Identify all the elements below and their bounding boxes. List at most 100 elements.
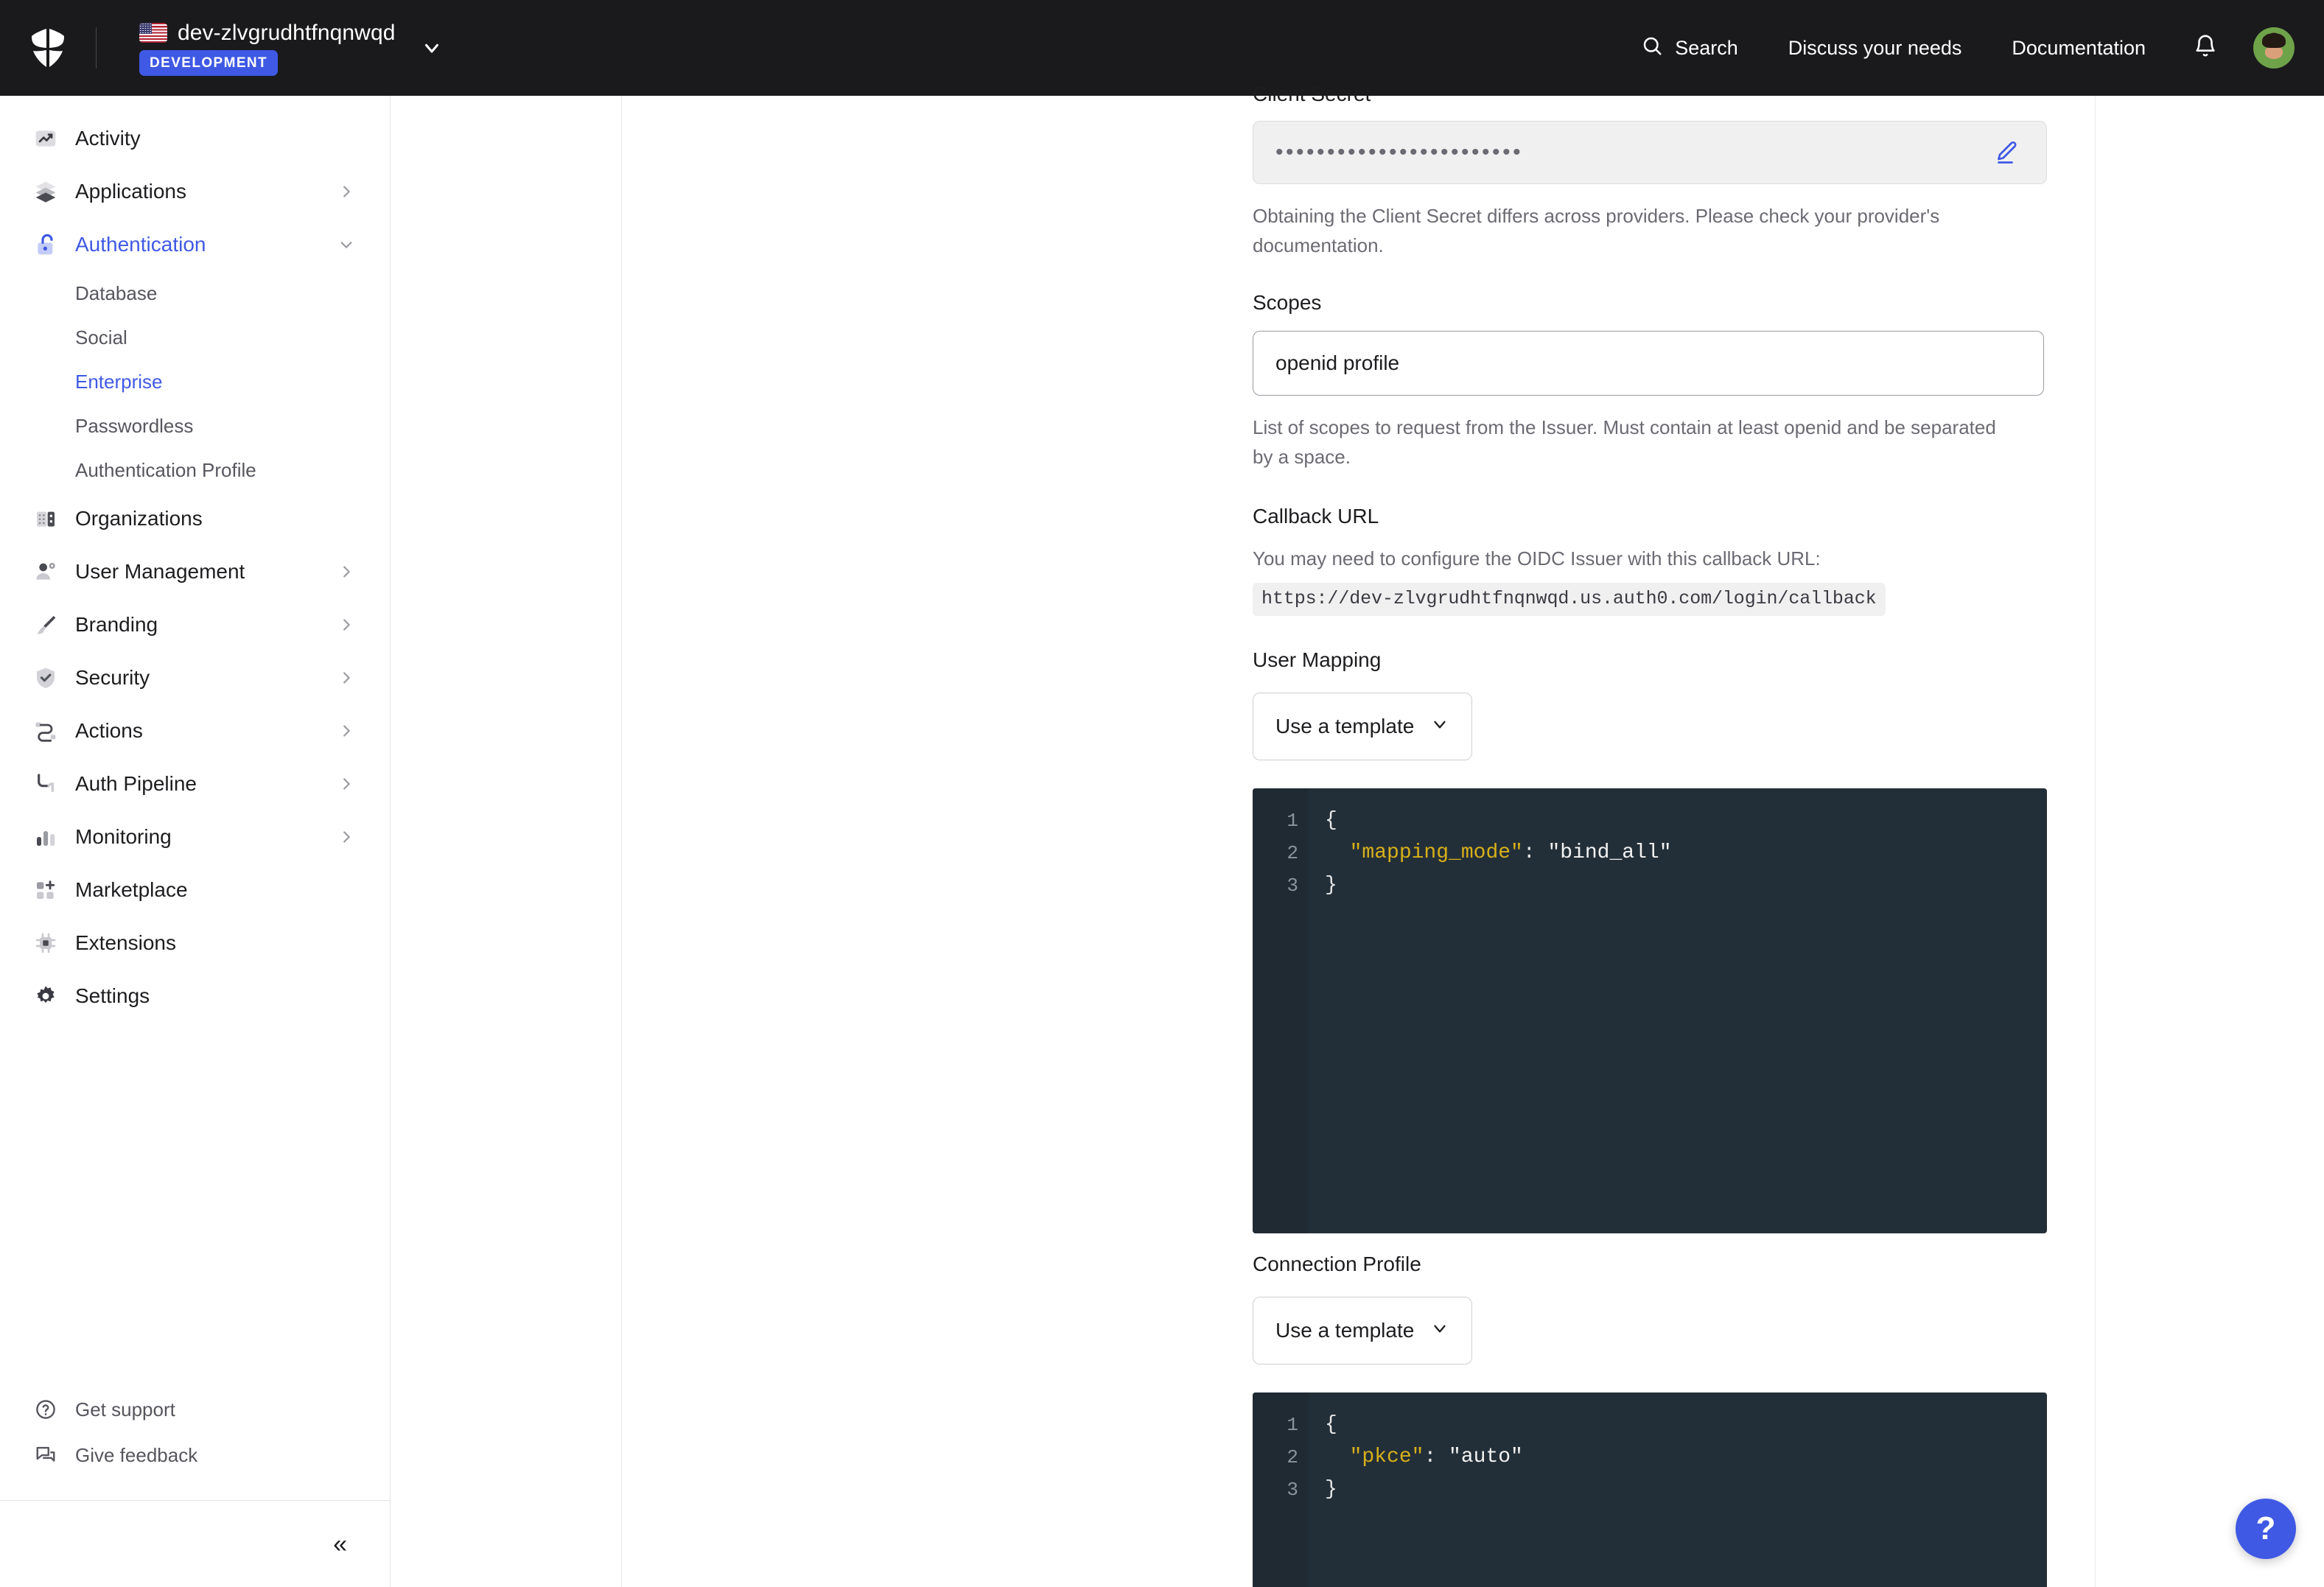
sidebar-item-activity[interactable]: Activity bbox=[0, 112, 390, 165]
scopes-input[interactable] bbox=[1253, 331, 2044, 396]
code-line: } bbox=[1325, 869, 2047, 902]
connection-profile-code-editor[interactable]: 1 2 3 { "pkce": "auto" } bbox=[1253, 1392, 2047, 1587]
user-mapping-template-button[interactable]: Use a template bbox=[1253, 693, 1472, 760]
sidebar-item-settings[interactable]: Settings bbox=[0, 970, 390, 1023]
connection-profile-label: Connection Profile bbox=[1253, 1253, 2047, 1276]
sidebar-footer: Get support Give feedback bbox=[0, 1387, 390, 1500]
line-number: 2 bbox=[1287, 1441, 1298, 1474]
user-mapping-field: User Mapping Use a template 1 2 3 { "map… bbox=[1253, 648, 2047, 1233]
code-gutter: 1 2 3 bbox=[1253, 1392, 1309, 1587]
code-content: { "mapping_mode": "bind_all" } bbox=[1309, 788, 2047, 1233]
scopes-field: Scopes List of scopes to request from th… bbox=[1253, 291, 2047, 472]
code-gutter: 1 2 3 bbox=[1253, 788, 1309, 1233]
chevron-right-icon bbox=[338, 564, 354, 580]
sidebar-item-label: Organizations bbox=[75, 507, 203, 530]
sidebar-item-applications[interactable]: Applications bbox=[0, 165, 390, 218]
code-content: { "pkce": "auto" } bbox=[1309, 1392, 2047, 1587]
building-grid-icon bbox=[29, 507, 62, 530]
auth0-logo[interactable] bbox=[0, 27, 96, 69]
user-mapping-label: User Mapping bbox=[1253, 648, 2047, 672]
chevron-down-icon[interactable] bbox=[421, 37, 443, 59]
sidebar-item-get-support[interactable]: Get support bbox=[0, 1387, 390, 1432]
environment-badge: DEVELOPMENT bbox=[139, 50, 278, 76]
sidebar-item-monitoring[interactable]: Monitoring bbox=[0, 810, 390, 863]
sidebar-item-marketplace[interactable]: Marketplace bbox=[0, 863, 390, 917]
chevron-right-icon bbox=[338, 723, 354, 739]
client-secret-input[interactable]: •••••••••••••••••••••••• bbox=[1253, 121, 2047, 184]
client-secret-field: Client Secret •••••••••••••••••••••••• O… bbox=[1253, 83, 2047, 260]
question-circle-icon bbox=[29, 1398, 62, 1420]
code-line: } bbox=[1325, 1474, 2047, 1506]
search-icon bbox=[1641, 35, 1663, 62]
left-sidebar: Activity Applications Authentication bbox=[0, 96, 391, 1587]
sidebar-item-security[interactable]: Security bbox=[0, 651, 390, 704]
line-number: 3 bbox=[1287, 1474, 1298, 1506]
callback-url-label: Callback URL bbox=[1253, 505, 2047, 528]
code-line: { bbox=[1325, 805, 2047, 837]
sidebar-item-label: Activity bbox=[75, 127, 141, 150]
discuss-your-needs-link[interactable]: Discuss your needs bbox=[1763, 37, 1987, 60]
chevron-right-icon bbox=[338, 617, 354, 633]
scopes-help: List of scopes to request from the Issue… bbox=[1253, 413, 2019, 472]
sidebar-collapse-bar: « bbox=[0, 1500, 390, 1587]
connection-profile-field: Connection Profile Use a template 1 2 3 … bbox=[1253, 1253, 2047, 1587]
notifications-button[interactable] bbox=[2171, 34, 2240, 63]
sidebar-item-extensions[interactable]: Extensions bbox=[0, 917, 390, 970]
us-flag-icon bbox=[139, 23, 167, 43]
sidebar-subitem-passwordless[interactable]: Passwordless bbox=[0, 404, 390, 448]
template-button-label: Use a template bbox=[1275, 1319, 1414, 1342]
user-avatar[interactable] bbox=[2253, 27, 2295, 69]
sidebar-item-label: Authentication bbox=[75, 233, 206, 256]
callback-url-value: https://dev-zlvgrudhtfnqnwqd.us.auth0.co… bbox=[1253, 583, 1886, 616]
sidebar-item-label: Extensions bbox=[75, 931, 176, 955]
topbar-divider bbox=[96, 27, 97, 69]
top-navigation-bar: dev-zlvgrudhtfnqnwqd DEVELOPMENT Search … bbox=[0, 0, 2324, 96]
chat-bubbles-icon bbox=[29, 1444, 62, 1466]
line-number: 3 bbox=[1287, 869, 1298, 902]
sidebar-item-organizations[interactable]: Organizations bbox=[0, 492, 390, 545]
client-secret-masked-value: •••••••••••••••••••••••• bbox=[1275, 141, 1986, 164]
sidebar-item-actions[interactable]: Actions bbox=[0, 704, 390, 757]
sidebar-item-auth-pipeline[interactable]: Auth Pipeline bbox=[0, 757, 390, 810]
connection-profile-template-button[interactable]: Use a template bbox=[1253, 1297, 1472, 1364]
sidebar-item-authentication[interactable]: Authentication bbox=[0, 218, 390, 271]
sidebar-nav: Activity Applications Authentication bbox=[0, 96, 390, 1387]
user-gear-icon bbox=[29, 560, 62, 584]
search-button[interactable]: Search bbox=[1616, 35, 1763, 62]
sidebar-subitem-database[interactable]: Database bbox=[0, 271, 390, 315]
code-line: { bbox=[1325, 1409, 2047, 1441]
chevron-double-left-icon[interactable]: « bbox=[333, 1532, 347, 1557]
tenant-selector[interactable]: dev-zlvgrudhtfnqnwqd DEVELOPMENT bbox=[139, 21, 396, 76]
sidebar-item-label: Applications bbox=[75, 180, 186, 203]
pipeline-icon bbox=[29, 772, 62, 796]
line-number: 2 bbox=[1287, 837, 1298, 869]
user-mapping-code-editor[interactable]: 1 2 3 { "mapping_mode": "bind_all" } bbox=[1253, 788, 2047, 1233]
tenant-row: dev-zlvgrudhtfnqnwqd bbox=[139, 21, 396, 46]
sidebar-item-label: Monitoring bbox=[75, 825, 172, 849]
sidebar-subitem-social[interactable]: Social bbox=[0, 315, 390, 360]
client-secret-help: Obtaining the Client Secret differs acro… bbox=[1253, 202, 2041, 260]
documentation-link[interactable]: Documentation bbox=[1987, 37, 2171, 60]
sidebar-item-label: Settings bbox=[75, 984, 150, 1008]
pencil-edit-icon[interactable] bbox=[1986, 132, 2027, 173]
chevron-right-icon bbox=[338, 183, 354, 200]
help-floating-button[interactable]: ? bbox=[2236, 1499, 2296, 1559]
lock-icon bbox=[29, 233, 62, 256]
sidebar-item-label: Marketplace bbox=[75, 878, 188, 902]
sidebar-item-user-management[interactable]: User Management bbox=[0, 545, 390, 598]
sidebar-item-label: User Management bbox=[75, 560, 245, 584]
callback-url-field: Callback URL You may need to configure t… bbox=[1253, 505, 2047, 616]
line-number: 1 bbox=[1287, 1409, 1298, 1441]
gear-icon bbox=[29, 984, 62, 1008]
topbar-actions: Search Discuss your needs Documentation bbox=[1616, 0, 2295, 96]
template-button-label: Use a template bbox=[1275, 715, 1414, 738]
client-secret-label: Client Secret bbox=[1253, 83, 2047, 106]
sidebar-item-label: Give feedback bbox=[75, 1444, 197, 1467]
paintbrush-icon bbox=[29, 613, 62, 637]
tenant-name: dev-zlvgrudhtfnqnwqd bbox=[178, 21, 396, 46]
sidebar-item-branding[interactable]: Branding bbox=[0, 598, 390, 651]
bar-chart-icon bbox=[29, 825, 62, 849]
sidebar-subitem-authentication-profile[interactable]: Authentication Profile bbox=[0, 448, 390, 492]
sidebar-subitem-enterprise[interactable]: Enterprise bbox=[0, 360, 390, 404]
sidebar-item-give-feedback[interactable]: Give feedback bbox=[0, 1432, 390, 1478]
